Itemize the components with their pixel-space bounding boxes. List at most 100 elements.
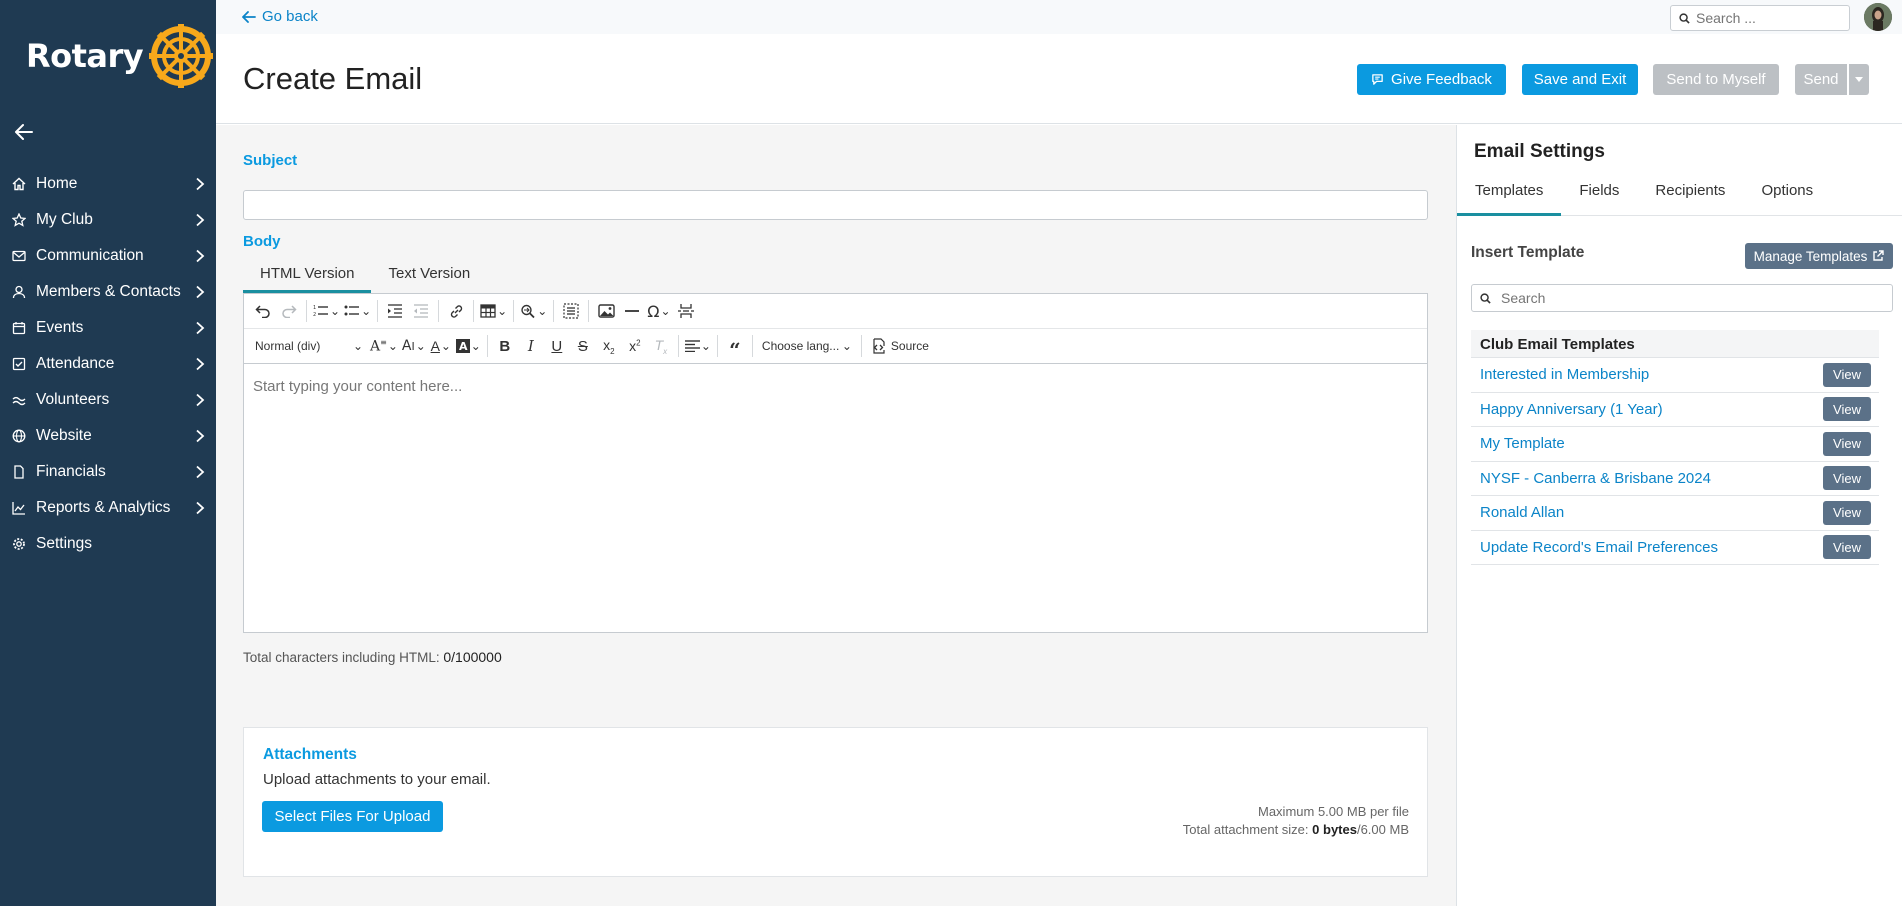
sidebar-item-website[interactable]: Website bbox=[0, 418, 216, 454]
sidebar-item-events[interactable]: Events bbox=[0, 310, 216, 346]
insert-image-button[interactable] bbox=[593, 298, 619, 324]
tab-options[interactable]: Options bbox=[1743, 181, 1831, 216]
template-name-link[interactable]: Update Record's Email Preferences bbox=[1480, 539, 1718, 556]
numbered-list-button[interactable]: 1 2 ⌄ bbox=[311, 298, 342, 324]
save-and-exit-button[interactable]: Save and Exit bbox=[1522, 64, 1638, 95]
strikethrough-icon: S bbox=[577, 337, 588, 355]
italic-button[interactable]: I bbox=[518, 333, 544, 359]
bulleted-list-button[interactable]: ⌄ bbox=[342, 298, 373, 324]
manage-templates-button[interactable]: Manage Templates bbox=[1745, 243, 1893, 269]
source-button[interactable]: Source bbox=[866, 333, 934, 359]
send-to-myself-button[interactable]: Send to Myself bbox=[1653, 64, 1779, 95]
sidebar-item-label: Settings bbox=[36, 535, 93, 552]
special-characters-button[interactable]: Ω ⌄ bbox=[645, 298, 672, 324]
toolbar-separator bbox=[513, 300, 515, 322]
paragraph-format-select[interactable]: Normal (div) ⌄ bbox=[250, 333, 368, 359]
view-template-button[interactable]: View bbox=[1823, 500, 1871, 525]
tab-fields[interactable]: Fields bbox=[1561, 181, 1637, 216]
attachments-description: Upload attachments to your email. bbox=[263, 771, 491, 788]
chevron-right-icon bbox=[196, 285, 205, 299]
body-label: Body bbox=[243, 233, 281, 250]
template-search-input[interactable] bbox=[1501, 290, 1881, 306]
go-back-link[interactable]: Go back bbox=[242, 8, 318, 25]
global-search[interactable] bbox=[1670, 5, 1850, 31]
template-name-link[interactable]: Ronald Allan bbox=[1480, 504, 1564, 521]
sidebar-item-reports-and-analytics[interactable]: Reports & Analytics bbox=[0, 490, 216, 526]
indent-button[interactable] bbox=[382, 298, 408, 324]
subscript-button[interactable]: x2 bbox=[596, 333, 622, 359]
code-language-select[interactable]: Choose lang... ⌄ bbox=[757, 333, 857, 359]
user-avatar[interactable] bbox=[1864, 3, 1892, 31]
table-row: Happy Anniversary (1 Year) View bbox=[1471, 393, 1879, 427]
strikethrough-button[interactable]: S bbox=[570, 333, 596, 359]
send-options-dropdown[interactable] bbox=[1849, 64, 1869, 95]
sidebar-item-attendance[interactable]: Attendance bbox=[0, 346, 216, 382]
font-family-icon: A≡ bbox=[370, 337, 387, 355]
sidebar-item-volunteers[interactable]: Volunteers bbox=[0, 382, 216, 418]
give-feedback-button[interactable]: Give Feedback bbox=[1357, 64, 1506, 95]
subscript-icon: x2 bbox=[603, 336, 615, 356]
font-color-button[interactable]: A ⌄ bbox=[428, 333, 454, 359]
redo-button[interactable] bbox=[276, 298, 302, 324]
select-all-button[interactable] bbox=[558, 298, 584, 324]
tab-text-version[interactable]: Text Version bbox=[371, 261, 487, 293]
email-settings-panel: Email Settings Templates Fields Recipien… bbox=[1456, 125, 1902, 906]
view-template-button[interactable]: View bbox=[1823, 466, 1871, 491]
view-template-button[interactable]: View bbox=[1823, 362, 1871, 387]
find-replace-button[interactable]: ⌄ bbox=[518, 298, 549, 324]
underline-icon: U bbox=[551, 337, 563, 355]
tab-recipients[interactable]: Recipients bbox=[1637, 181, 1743, 216]
sidebar-item-home[interactable]: Home bbox=[0, 166, 216, 202]
bold-button[interactable]: B bbox=[492, 333, 518, 359]
link-button[interactable] bbox=[443, 298, 469, 324]
template-name-link[interactable]: NYSF - Canberra & Brisbane 2024 bbox=[1480, 470, 1711, 487]
select-files-button[interactable]: Select Files For Upload bbox=[262, 801, 443, 832]
view-template-button[interactable]: View bbox=[1823, 397, 1871, 422]
template-name-link[interactable]: Interested in Membership bbox=[1480, 366, 1649, 383]
page-header: Create Email Give Feedback Save and Exit… bbox=[216, 34, 1902, 124]
sidebar-item-financials[interactable]: Financials bbox=[0, 454, 216, 490]
sidebar-nav: Home My Club Communication Members & Contac… bbox=[0, 166, 216, 562]
rich-text-editor: 1 2 ⌄ ⌄ ⌄ ⌄ Ω ⌄ Normal (div) ⌄ A≡ ⌄ AI ⌄ A ⌄ A ⌄ bbox=[243, 293, 1428, 633]
comment-icon bbox=[1372, 74, 1383, 85]
outdent-button[interactable] bbox=[408, 298, 434, 324]
horizontal-line-button[interactable] bbox=[619, 298, 645, 324]
sidebar-item-my-club[interactable]: My Club bbox=[0, 202, 216, 238]
tab-html-version[interactable]: HTML Version bbox=[243, 261, 372, 293]
sidebar-item-communication[interactable]: Communication bbox=[0, 238, 216, 274]
font-family-button[interactable]: A≡ ⌄ bbox=[368, 333, 400, 359]
sidebar-item-members-and-contacts[interactable]: Members & Contacts bbox=[0, 274, 216, 310]
remove-format-button[interactable]: Tx bbox=[648, 333, 674, 359]
page-break-button[interactable] bbox=[673, 298, 699, 324]
underline-button[interactable]: U bbox=[544, 333, 570, 359]
sidebar-item-settings[interactable]: Settings bbox=[0, 526, 216, 562]
background-color-button[interactable]: A ⌄ bbox=[454, 333, 483, 359]
calendar-icon bbox=[12, 322, 26, 335]
collapse-sidebar-button[interactable] bbox=[12, 120, 36, 144]
table-icon bbox=[480, 304, 496, 318]
superscript-button[interactable]: x2 bbox=[622, 333, 648, 359]
send-button[interactable]: Send bbox=[1795, 64, 1847, 95]
undo-button[interactable] bbox=[250, 298, 276, 324]
template-search[interactable] bbox=[1471, 284, 1893, 312]
insert-table-button[interactable]: ⌄ bbox=[478, 298, 509, 324]
blockquote-button[interactable]: “ bbox=[722, 333, 748, 360]
font-size-button[interactable]: AI ⌄ bbox=[400, 333, 428, 359]
rotary-logo[interactable]: Rotary bbox=[26, 24, 214, 88]
redo-icon bbox=[282, 305, 297, 318]
align-button[interactable]: ⌄ bbox=[683, 333, 713, 359]
chart-icon bbox=[12, 502, 25, 515]
templates-table-header: Club Email Templates bbox=[1471, 330, 1879, 358]
table-row: My Template View bbox=[1471, 427, 1879, 462]
view-template-button[interactable]: View bbox=[1823, 535, 1871, 560]
tab-templates[interactable]: Templates bbox=[1457, 181, 1562, 216]
template-name-link[interactable]: My Template bbox=[1480, 435, 1565, 452]
view-template-button[interactable]: View bbox=[1823, 431, 1871, 456]
attachments-title: Attachments bbox=[263, 746, 357, 763]
editor-content-area[interactable]: Start typing your content here... bbox=[244, 364, 1427, 409]
template-name-link[interactable]: Happy Anniversary (1 Year) bbox=[1480, 401, 1663, 418]
chevron-right-icon bbox=[196, 429, 205, 443]
global-search-input[interactable] bbox=[1696, 10, 1836, 26]
subject-input[interactable] bbox=[243, 190, 1428, 220]
editor-toolbar-row-2: Normal (div) ⌄ A≡ ⌄ AI ⌄ A ⌄ A ⌄ B I U S x2 x… bbox=[244, 329, 1427, 364]
